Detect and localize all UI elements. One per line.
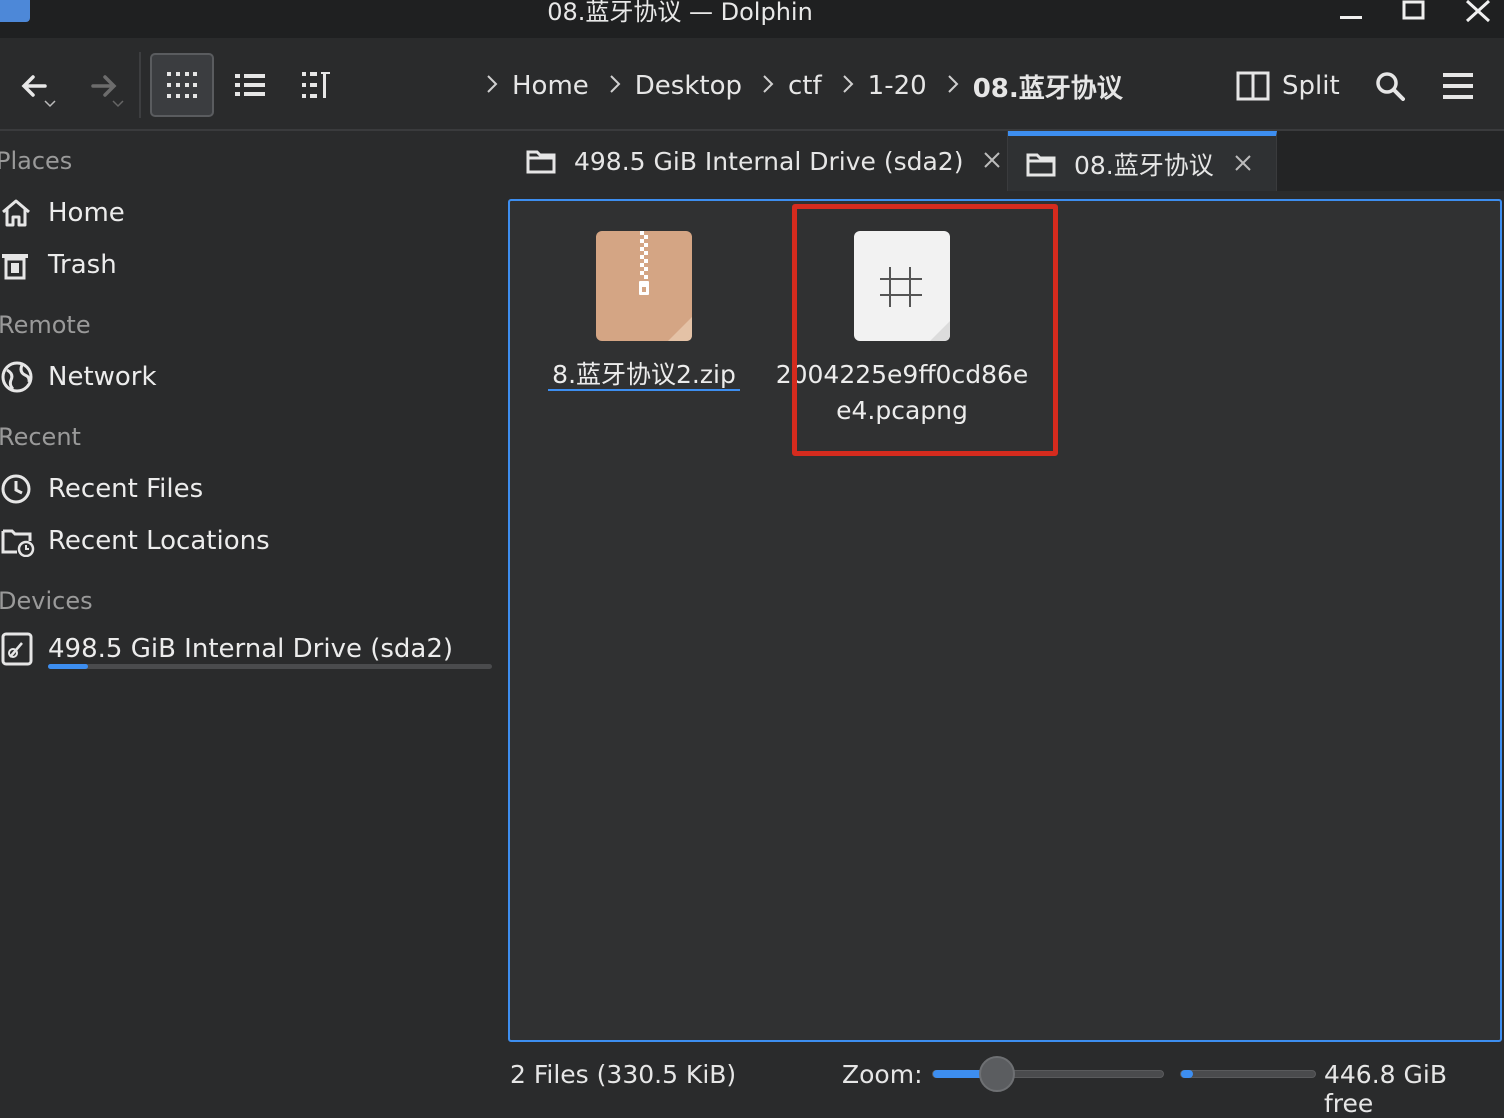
grid-icon — [167, 72, 197, 98]
home-icon — [0, 198, 48, 228]
status-bar: 2 Files (330.5 KiB) Zoom: 446.8 GiB free — [508, 1052, 1504, 1118]
maximize-button[interactable] — [1394, 0, 1434, 30]
sidebar-item-network[interactable]: Network — [0, 355, 157, 399]
breadcrumb-home[interactable]: Home — [512, 71, 589, 101]
folder-icon — [1026, 153, 1056, 176]
sidebar-item-home[interactable]: Home — [0, 191, 125, 235]
forward-history-chevron-icon[interactable] — [112, 98, 124, 111]
tab-bar: 498.5 GiB Internal Drive (sda2) 08.蓝牙协议 — [508, 131, 1504, 191]
tab-label: 498.5 GiB Internal Drive (sda2) — [574, 146, 964, 176]
back-history-chevron-icon[interactable] — [44, 98, 56, 111]
chevron-right-icon — [609, 72, 621, 100]
breadcrumb-current-folder[interactable]: 08.蓝牙协议 — [973, 68, 1123, 105]
chevron-right-icon — [762, 72, 774, 100]
free-space-label: 446.8 GiB free — [1324, 1060, 1447, 1118]
free-space-bar — [1180, 1070, 1316, 1078]
places-section-header: Places — [0, 147, 73, 175]
zoom-slider[interactable] — [932, 1070, 1164, 1078]
breadcrumb: Home Desktop ctf 1-20 08.蓝牙协议 — [478, 68, 1123, 104]
arrow-left-icon — [21, 75, 47, 97]
folder-clock-icon — [0, 525, 48, 557]
free-space-bar-fill — [1181, 1070, 1194, 1078]
arrow-right-icon — [91, 75, 117, 97]
sidebar-item-label: 498.5 GiB Internal Drive (sda2) — [48, 634, 454, 664]
close-tab-icon[interactable] — [983, 146, 1001, 176]
split-view-icon — [1236, 71, 1270, 101]
hamburger-menu-button[interactable] — [1438, 66, 1478, 106]
drive-usage-bar — [48, 664, 492, 669]
folder-icon — [526, 150, 556, 174]
clock-icon — [0, 473, 48, 505]
tab-internal-drive[interactable]: 498.5 GiB Internal Drive (sda2) — [508, 131, 1008, 191]
zoom-slider-handle[interactable] — [978, 1056, 1015, 1092]
sidebar-item-recent-files[interactable]: Recent Files — [0, 467, 203, 511]
sidebar-item-trash[interactable]: Trash — [0, 243, 117, 287]
breadcrumb-ctf[interactable]: ctf — [788, 71, 822, 101]
search-button[interactable] — [1370, 66, 1410, 106]
columns-icon — [302, 72, 330, 98]
drive-icon — [0, 631, 48, 667]
selection-summary: 2 Files (330.5 KiB) — [510, 1060, 737, 1089]
trash-icon — [0, 250, 48, 280]
close-window-button[interactable] — [1458, 0, 1498, 30]
title-bar: 08.蓝牙协议 — Dolphin — [0, 0, 1504, 38]
sidebar-item-label: Network — [48, 362, 157, 392]
sidebar-item-label: Recent Files — [48, 474, 204, 504]
highlight-annotation-box — [792, 204, 1058, 456]
window-title: 08.蓝牙协议 — Dolphin — [547, 0, 813, 26]
minimize-button[interactable] — [1330, 0, 1370, 30]
sidebar-item-label: Recent Locations — [48, 526, 270, 556]
sidebar-item-recent-locations[interactable]: Recent Locations — [0, 519, 270, 563]
drive-usage-fill — [48, 664, 88, 669]
search-icon — [1376, 72, 1405, 101]
zoom-label: Zoom: — [842, 1060, 923, 1089]
remote-section-header: Remote — [0, 311, 91, 339]
breadcrumb-desktop[interactable]: Desktop — [635, 71, 742, 101]
icons-view-button[interactable] — [150, 53, 214, 117]
file-name: 8.蓝牙协议2.zip — [514, 357, 774, 393]
list-icon — [235, 74, 265, 96]
toolbar-divider — [139, 52, 141, 118]
chevron-right-icon — [947, 72, 959, 100]
breadcrumb-1-20[interactable]: 1-20 — [868, 71, 927, 101]
zip-archive-icon — [596, 231, 692, 341]
file-item-zip[interactable]: 8.蓝牙协议2.zip — [514, 229, 774, 393]
compact-view-button[interactable] — [292, 53, 340, 117]
details-view-button[interactable] — [226, 53, 274, 117]
sidebar-item-label: Trash — [48, 250, 117, 280]
split-button[interactable]: Split — [1236, 66, 1340, 106]
chevron-right-icon — [486, 72, 498, 100]
places-panel: Places Home Trash Remote Network Recent … — [0, 133, 505, 1092]
hamburger-menu-icon — [1443, 73, 1473, 99]
tab-label: 08.蓝牙协议 — [1074, 150, 1214, 180]
devices-section-header: Devices — [0, 587, 93, 615]
chevron-right-icon — [842, 72, 854, 100]
close-tab-icon[interactable] — [1234, 149, 1252, 179]
recent-section-header: Recent — [0, 423, 81, 451]
network-icon — [0, 360, 48, 394]
split-label: Split — [1282, 71, 1340, 101]
tab-current-folder[interactable]: 08.蓝牙协议 — [1008, 131, 1277, 191]
sidebar-item-label: Home — [48, 198, 125, 228]
